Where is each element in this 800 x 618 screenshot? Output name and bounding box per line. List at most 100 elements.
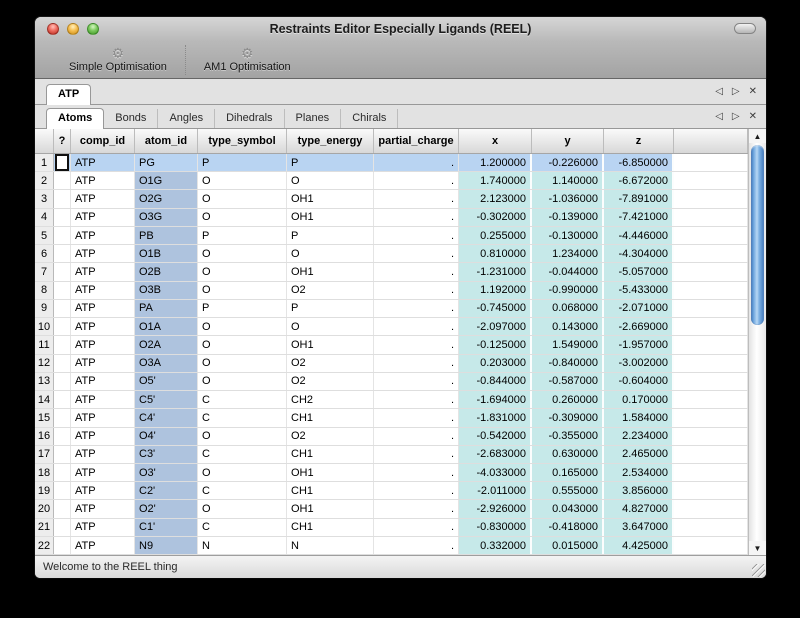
type-symbol-cell[interactable]: O	[198, 282, 287, 299]
table-row[interactable]: 17ATPC3'CCH1.-2.6830000.6300002.465000	[35, 446, 748, 464]
type-energy-cell[interactable]: P	[287, 300, 374, 317]
mark-cell[interactable]	[54, 300, 71, 317]
z-cell[interactable]: -6.672000	[604, 172, 674, 189]
table-row[interactable]: 14ATPC5'CCH2.-1.6940000.2600000.170000	[35, 391, 748, 409]
row-number[interactable]: 15	[35, 409, 54, 426]
type-energy-cell[interactable]: CH1	[287, 409, 374, 426]
zoom-window-button[interactable]	[87, 23, 99, 35]
mark-cell[interactable]	[54, 282, 71, 299]
comp-id-cell[interactable]: ATP	[71, 300, 135, 317]
resize-grip-icon[interactable]	[752, 564, 765, 577]
atom-id-cell[interactable]: O2A	[135, 336, 198, 353]
type-symbol-cell[interactable]: C	[198, 409, 287, 426]
mark-cell[interactable]	[54, 190, 71, 207]
x-cell[interactable]: -2.011000	[459, 482, 532, 499]
mark-cell[interactable]	[54, 245, 71, 262]
comp-id-cell[interactable]: ATP	[71, 172, 135, 189]
partial-charge-cell[interactable]: .	[374, 428, 459, 445]
y-cell[interactable]: 1.234000	[532, 245, 604, 262]
z-cell[interactable]: 2.465000	[604, 446, 674, 463]
type-energy-cell[interactable]: O2	[287, 373, 374, 390]
tab-planes[interactable]: Planes	[285, 109, 342, 128]
toolbar-toggle-button[interactable]	[734, 23, 756, 34]
table-row[interactable]: 7ATPO2BOOH1.-1.231000-0.044000-5.057000	[35, 263, 748, 281]
mark-cell[interactable]	[54, 500, 71, 517]
table-row[interactable]: 12ATPO3AOO2.0.203000-0.840000-3.002000	[35, 355, 748, 373]
type-energy-cell[interactable]: O2	[287, 282, 374, 299]
z-cell[interactable]: -6.850000	[604, 154, 674, 171]
comp-id-cell[interactable]: ATP	[71, 537, 135, 554]
type-symbol-cell[interactable]: O	[198, 373, 287, 390]
mark-cell[interactable]	[54, 355, 71, 372]
atom-id-cell[interactable]: O4'	[135, 428, 198, 445]
atom-id-cell[interactable]: C3'	[135, 446, 198, 463]
y-cell[interactable]: -0.309000	[532, 409, 604, 426]
mark-cell[interactable]	[54, 409, 71, 426]
comp-id-cell[interactable]: ATP	[71, 446, 135, 463]
atom-id-header[interactable]: atom_id	[135, 129, 198, 153]
z-cell[interactable]: -4.446000	[604, 227, 674, 244]
tab-close-icon[interactable]: ✕	[749, 112, 757, 122]
mark-cell[interactable]	[54, 209, 71, 226]
z-cell[interactable]: 0.170000	[604, 391, 674, 408]
row-number[interactable]: 21	[35, 519, 54, 536]
y-cell[interactable]: 0.165000	[532, 464, 604, 481]
partial-charge-cell[interactable]: .	[374, 446, 459, 463]
type-energy-cell[interactable]: OH1	[287, 209, 374, 226]
tab-angles[interactable]: Angles	[158, 109, 215, 128]
type-energy-cell[interactable]: O	[287, 245, 374, 262]
simple-optimisation-button[interactable]: ⚙ Simple Optimisation	[53, 46, 183, 73]
row-number[interactable]: 17	[35, 446, 54, 463]
atom-id-cell[interactable]: C5'	[135, 391, 198, 408]
row-number[interactable]: 2	[35, 172, 54, 189]
atom-id-cell[interactable]: O3'	[135, 464, 198, 481]
type-energy-cell[interactable]: OH1	[287, 263, 374, 280]
atom-id-cell[interactable]: O1G	[135, 172, 198, 189]
scroll-down-icon[interactable]: ▼	[749, 541, 766, 555]
tab-close-icon[interactable]: ✕	[749, 87, 757, 97]
table-row[interactable]: 3ATPO2GOOH1.2.123000-1.036000-7.891000	[35, 190, 748, 208]
mark-cell[interactable]	[54, 154, 71, 171]
row-number[interactable]: 18	[35, 464, 54, 481]
y-cell[interactable]: -0.840000	[532, 355, 604, 372]
x-cell[interactable]: 1.200000	[459, 154, 532, 171]
type-symbol-cell[interactable]: O	[198, 428, 287, 445]
partial-charge-cell[interactable]: .	[374, 336, 459, 353]
type-symbol-cell[interactable]: O	[198, 500, 287, 517]
comp-id-cell[interactable]: ATP	[71, 245, 135, 262]
partial-charge-cell[interactable]: .	[374, 227, 459, 244]
y-cell[interactable]: 0.630000	[532, 446, 604, 463]
table-row[interactable]: 21ATPC1'CCH1.-0.830000-0.4180003.647000	[35, 519, 748, 537]
focused-cell-editor[interactable]	[55, 154, 69, 171]
atom-id-cell[interactable]: O3G	[135, 209, 198, 226]
x-cell[interactable]: 0.255000	[459, 227, 532, 244]
tab-scroll-right-icon[interactable]: ▷	[732, 87, 740, 97]
table-row[interactable]: 15ATPC4'CCH1.-1.831000-0.3090001.584000	[35, 409, 748, 427]
comp-id-cell[interactable]: ATP	[71, 391, 135, 408]
type-symbol-cell[interactable]: O	[198, 209, 287, 226]
y-cell[interactable]: -0.226000	[532, 154, 604, 171]
y-cell[interactable]: -0.044000	[532, 263, 604, 280]
y-cell[interactable]: 0.068000	[532, 300, 604, 317]
mark-cell[interactable]	[54, 519, 71, 536]
tab-atp[interactable]: ATP	[46, 84, 91, 105]
tab-scroll-left-icon[interactable]: ◁	[715, 112, 723, 122]
z-cell[interactable]: 4.827000	[604, 500, 674, 517]
atom-id-cell[interactable]: O3A	[135, 355, 198, 372]
titlebar[interactable]: Restraints Editor Especially Ligands (RE…	[35, 17, 766, 41]
type-symbol-cell[interactable]: C	[198, 446, 287, 463]
mark-cell[interactable]	[54, 263, 71, 280]
x-cell[interactable]: 0.332000	[459, 537, 532, 554]
comp-id-cell[interactable]: ATP	[71, 409, 135, 426]
tab-scroll-right-icon[interactable]: ▷	[732, 112, 740, 122]
mark-cell[interactable]	[54, 227, 71, 244]
partial-charge-cell[interactable]: .	[374, 263, 459, 280]
y-cell[interactable]: 1.549000	[532, 336, 604, 353]
table-row[interactable]: 2ATPO1GOO.1.7400001.140000-6.672000	[35, 172, 748, 190]
type-symbol-cell[interactable]: O	[198, 263, 287, 280]
atom-id-cell[interactable]: N9	[135, 537, 198, 554]
mark-cell[interactable]	[54, 446, 71, 463]
row-number[interactable]: 14	[35, 391, 54, 408]
z-header[interactable]: z	[604, 129, 674, 153]
type-symbol-cell[interactable]: C	[198, 482, 287, 499]
